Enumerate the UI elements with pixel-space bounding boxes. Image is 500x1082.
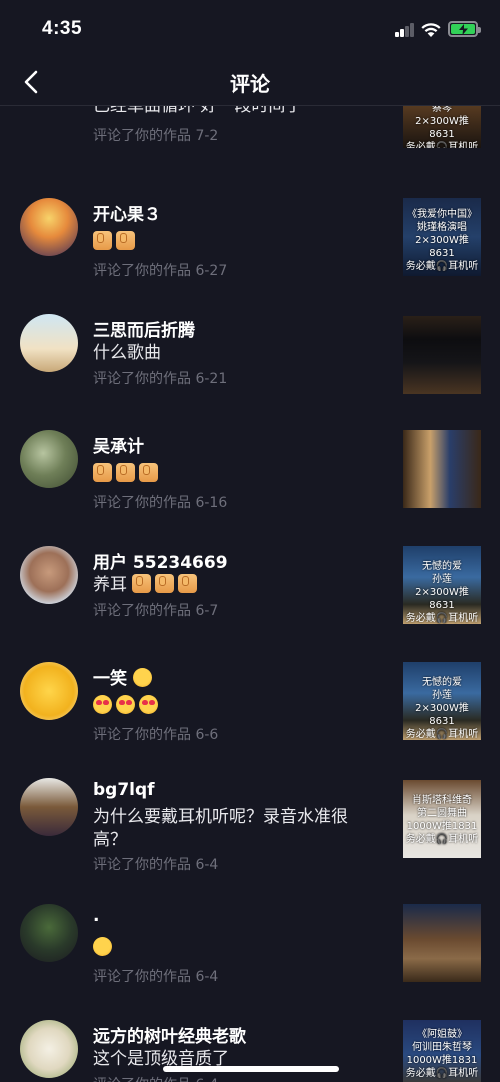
cellular-signal-icon (395, 23, 415, 37)
comment-meta: 评论了你的作品 7-2 (93, 128, 219, 144)
thumbs-up-icon (93, 463, 112, 482)
thumbs-up-icon (116, 463, 135, 482)
comment-text: 为什么要戴耳机听呢？录音水准很高？ (93, 807, 348, 850)
comment-text (90, 934, 373, 960)
comment-item[interactable]: 三思而后折腾 什么歌曲 评论了你的作品 6-21 (0, 314, 500, 430)
comment-item[interactable]: 远方的树叶经典老歌 这个是顶级音质了 评论了你的作品 6-4 《阿姐鼓》 何训田… (0, 1020, 500, 1082)
avatar[interactable] (20, 198, 78, 256)
video-thumbnail[interactable] (403, 430, 481, 508)
comment-item[interactable]: 开心果３ 评论了你的作品 6-27 《我爱你中国》 姚瑾格演唱 2×300W推8… (0, 198, 500, 314)
heart-eyes-icon (139, 695, 158, 714)
navigation-header: 评论 (0, 58, 500, 106)
comment-item[interactable]: bg7lqf 为什么要戴耳机听呢？录音水准很高？ 评论了你的作品 6-4 肖斯塔… (0, 778, 500, 894)
username[interactable]: 三思而后折腾 (93, 316, 195, 341)
username-text: 一笑 (93, 669, 127, 689)
video-thumbnail[interactable] (403, 316, 481, 394)
comment-text: 什么歌曲 (93, 343, 161, 363)
thumbs-up-icon (116, 231, 135, 250)
comment-item[interactable]: 用户 55234669 养耳 评论了你的作品 6-7 无憾的爱 孙莲 2×300… (0, 546, 500, 662)
comment-text-prefix: 养耳 (93, 575, 127, 595)
video-thumbnail[interactable]: 《阿姐鼓》 何训田朱哲琴 1000W推1831 务必戴🎧耳机听 (403, 1020, 481, 1082)
smirk-icon (132, 668, 152, 687)
avatar[interactable] (20, 430, 78, 488)
avatar[interactable] (20, 314, 78, 372)
comment-meta: 评论了你的作品 6-16 (93, 495, 228, 511)
page-title: 评论 (230, 72, 270, 96)
avatar[interactable] (20, 904, 78, 962)
status-bar: 4:35 (0, 0, 500, 58)
rofl-icon (90, 934, 115, 959)
video-thumbnail[interactable]: 《我爱你中国》 姚瑾格演唱 2×300W推8631 务必戴🎧耳机听 (403, 198, 481, 276)
video-thumbnail[interactable]: 无憾的爱 孙莲 2×300W推8631 务必戴🎧耳机听 (403, 546, 481, 624)
username[interactable]: bg7lqf (93, 780, 155, 800)
comment-meta: 评论了你的作品 6-4 (93, 1074, 218, 1082)
comment-item[interactable]: . 评论了你的作品 6-4 (0, 904, 500, 1020)
comment-text (93, 463, 373, 486)
heart-eyes-icon (93, 695, 112, 714)
comment-meta: 评论了你的作品 6-21 (93, 371, 228, 387)
comment-meta: 评论了你的作品 6-7 (93, 603, 219, 619)
thumbnail-caption: 《我爱你中国》 姚瑾格演唱 2×300W推8631 务必戴🎧耳机听 (405, 209, 479, 272)
status-time: 4:35 (42, 18, 83, 39)
avatar[interactable] (20, 662, 78, 720)
comment-item[interactable]: 吴承计 评论了你的作品 6-16 (0, 430, 500, 546)
comment-item[interactable]: 一笑 评论了你的作品 6-6 无憾的爱 孙莲 2×300W推8631 务必戴🎧耳… (0, 662, 500, 778)
comment-text: 养耳 (93, 574, 373, 597)
comment-meta: 评论了你的作品 6-6 (93, 727, 219, 743)
username[interactable]: 一笑 (93, 664, 156, 689)
thumbnail-caption: 《阿姐鼓》 何训田朱哲琴 1000W推1831 务必戴🎧耳机听 (405, 1029, 479, 1079)
avatar[interactable] (20, 1020, 78, 1078)
comment-list[interactable]: 已经单曲循环 好一段时间了 评论了你的作品 7-2 蔡琴 2×300W推8631… (0, 58, 500, 1082)
battery-icon (448, 21, 481, 37)
avatar[interactable] (20, 778, 78, 836)
thumbs-up-icon (155, 574, 175, 593)
comments-screen: 已经单曲循环 好一段时间了 评论了你的作品 7-2 蔡琴 2×300W推8631… (0, 0, 500, 1082)
comment-text (93, 231, 373, 254)
comment-meta: 评论了你的作品 6-4 (93, 857, 219, 873)
username[interactable]: 用户 55234669 (93, 548, 228, 573)
username[interactable]: 开心果３ (93, 200, 161, 225)
heart-eyes-icon (116, 695, 135, 714)
wifi-icon (421, 23, 441, 37)
avatar[interactable] (20, 546, 78, 604)
comment-meta: 评论了你的作品 6-4 (93, 969, 219, 985)
username[interactable]: . (93, 906, 99, 926)
comment-text (93, 695, 373, 718)
thumbs-up-icon (93, 231, 112, 250)
thumbnail-caption: 蔡琴 2×300W推8631 务必戴🎧耳机听 (405, 103, 479, 148)
username[interactable]: 吴承计 (93, 432, 144, 457)
video-thumbnail[interactable] (403, 904, 481, 982)
thumbs-up-icon (139, 463, 158, 482)
thumbnail-caption: 无憾的爱 孙莲 2×300W推8631 务必戴🎧耳机听 (405, 561, 479, 624)
thumbnail-caption: 无憾的爱 孙莲 2×300W推8631 务必戴🎧耳机听 (405, 677, 479, 740)
thumbs-up-icon (178, 574, 198, 593)
home-indicator[interactable] (163, 1066, 339, 1072)
video-thumbnail[interactable]: 肖斯塔科维奇 第二圆舞曲 1000W推1831 务必戴🎧耳机听 (403, 780, 481, 858)
comment-meta: 评论了你的作品 6-27 (93, 263, 228, 279)
thumbs-up-icon (132, 574, 152, 593)
video-thumbnail[interactable]: 无憾的爱 孙莲 2×300W推8631 务必戴🎧耳机听 (403, 662, 481, 740)
thumbnail-caption: 肖斯塔科维奇 第二圆舞曲 1000W推1831 务必戴🎧耳机听 (405, 795, 479, 845)
username[interactable]: 远方的树叶经典老歌 (93, 1022, 246, 1047)
